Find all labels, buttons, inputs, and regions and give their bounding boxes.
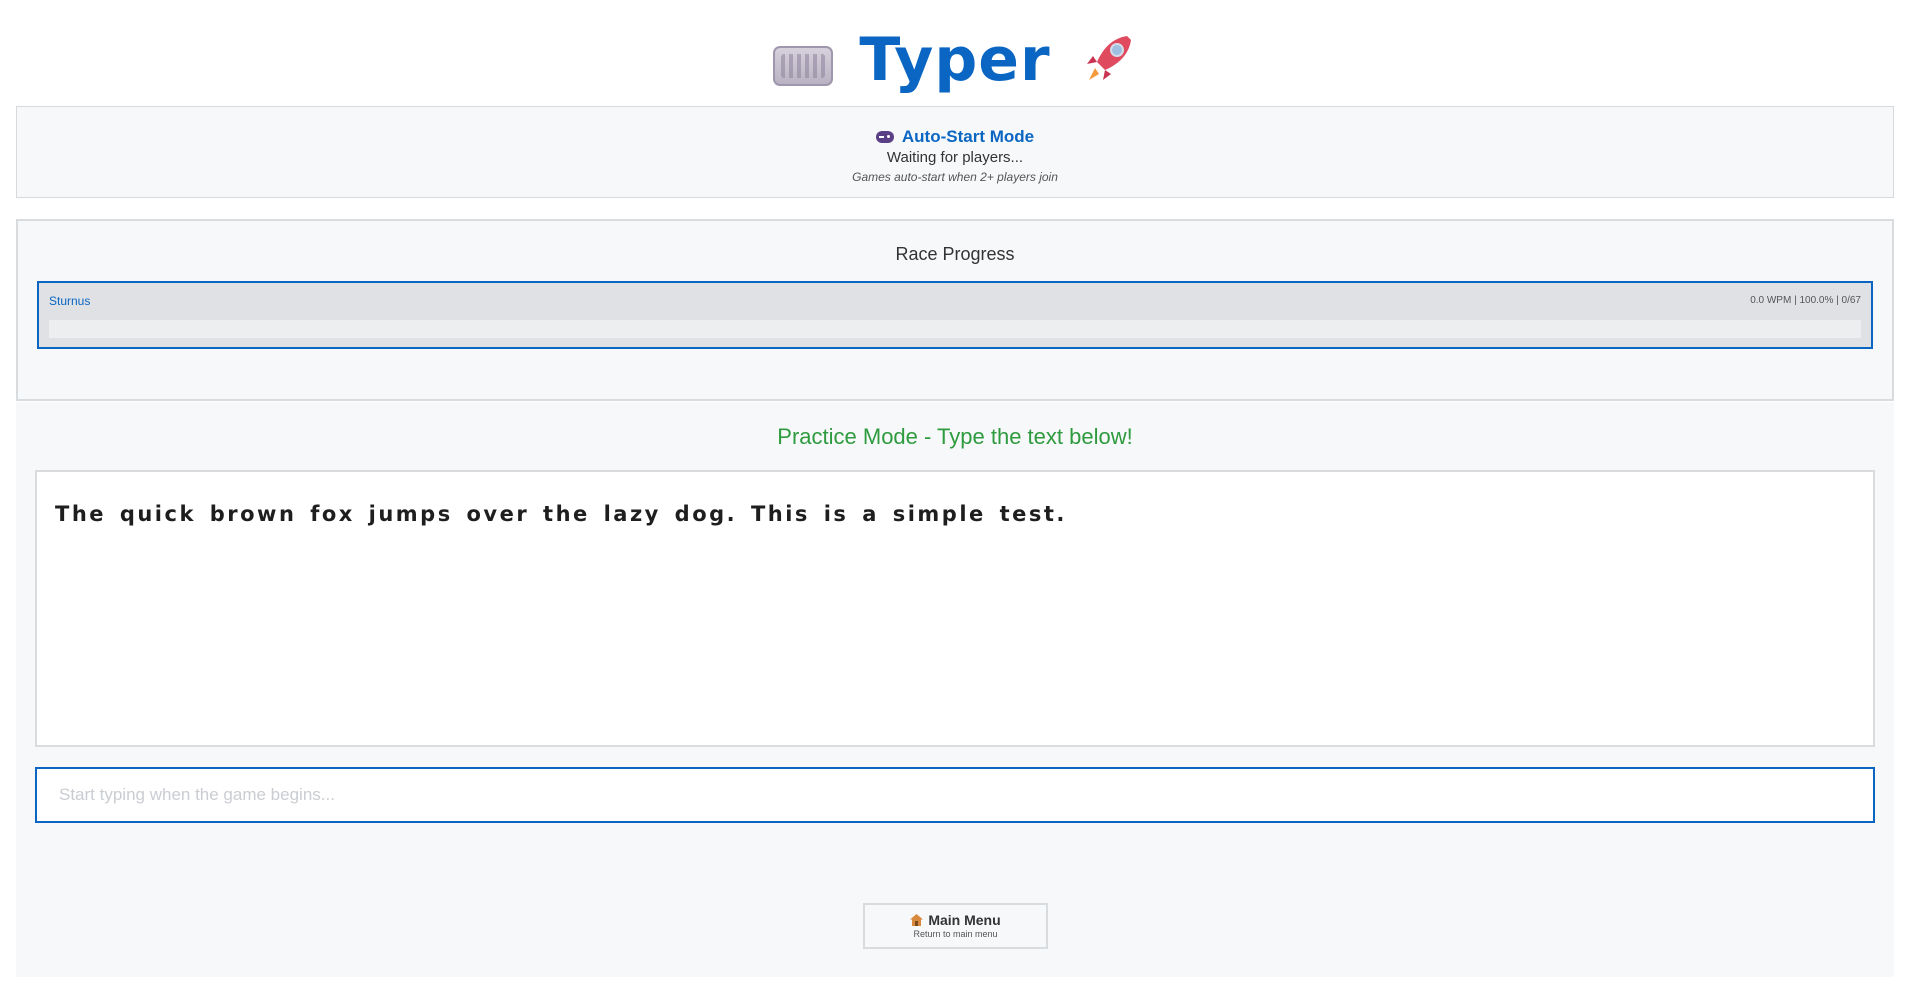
main-menu-button[interactable]: Main Menu Return to main menu xyxy=(863,903,1048,949)
status-message: Waiting for players... xyxy=(886,149,1024,166)
rocket-icon xyxy=(1086,36,1131,80)
header: Typer xyxy=(0,20,1910,100)
typer-page: Typer Auto-Start Mode Waiting for player… xyxy=(0,0,1910,992)
gamepad-icon xyxy=(875,131,894,143)
auto-start-panel: Auto-Start Mode Waiting for players... G… xyxy=(16,106,1894,198)
race-progress-title: Race Progress xyxy=(895,244,1015,264)
typing-input[interactable] xyxy=(35,767,1875,823)
typing-area: Practice Mode - Type the text below! The… xyxy=(16,402,1894,977)
player-progress-row: Sturnus 0.0 WPM | 100.0% | 0/67 xyxy=(37,281,1873,349)
status-title: Auto-Start Mode xyxy=(901,127,1035,146)
mode-title: Practice Mode - Type the text below! xyxy=(777,424,1133,449)
main-menu-sublabel: Return to main menu xyxy=(913,929,998,939)
passage-text: The quick brown fox jumps over the lazy … xyxy=(35,470,1875,747)
app-title: Typer xyxy=(859,25,1051,95)
race-progress-panel: Race Progress Sturnus 0.0 WPM | 100.0% |… xyxy=(16,219,1894,401)
keyboard-icon xyxy=(773,46,834,86)
player-stats: 0.0 WPM | 100.0% | 0/67 xyxy=(1750,295,1861,306)
player-name: Sturnus xyxy=(49,294,91,308)
house-icon xyxy=(910,914,924,926)
main-menu-label: Main Menu xyxy=(928,912,1001,928)
player-progress-bar xyxy=(49,320,1861,338)
status-note: Games auto-start when 2+ players join xyxy=(852,170,1058,184)
